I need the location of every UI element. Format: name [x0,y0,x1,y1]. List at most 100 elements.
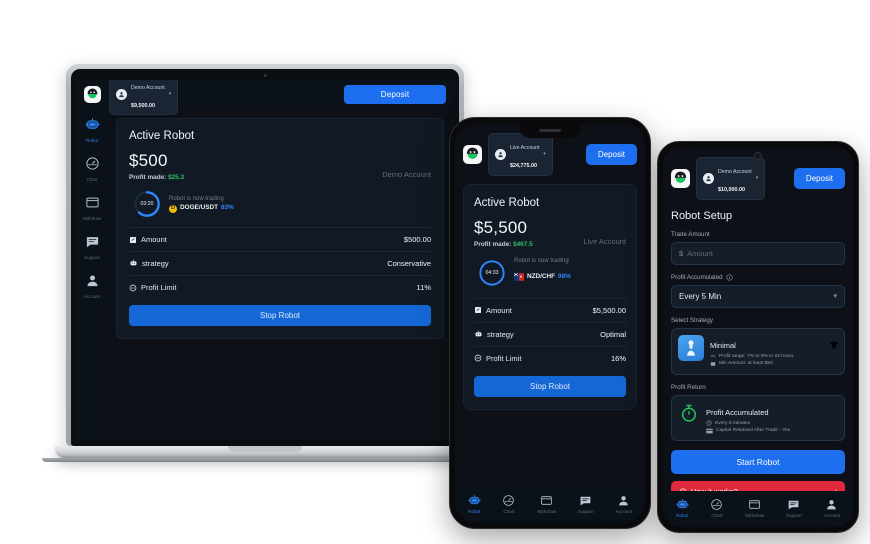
profit-made-value: $467.5 [513,240,533,248]
row-key-label: strategy [487,329,514,339]
robot-logo-icon[interactable] [463,144,482,164]
account-text: Demo Account $10,000.00 [718,160,752,197]
how-it-works-button[interactable]: How it works? › [671,481,845,491]
interval-select[interactable]: Every 5 Min ▾ [671,284,845,308]
arrow-icon [710,356,716,357]
interval-value: Every 5 Min [679,291,722,301]
speedometer-icon [711,499,723,510]
strategy-card[interactable]: Minimal Profit range: 7% to 8% in 24 hou… [671,327,845,375]
info-icon[interactable] [726,274,733,281]
laptop-trackpad-notch [228,446,302,452]
tab-chart[interactable]: Chart [710,498,723,518]
robot-small-icon [130,259,137,266]
account-balance: $24,775.00 [510,163,537,170]
speedometer-icon [503,495,515,506]
profit-accumulated-label: Profit Accumulated [671,274,845,281]
bottom-tabbar: Robot Chart Withdraw Support Account [455,487,645,523]
chat-icon [581,496,591,506]
pair-percent: 98% [558,272,571,280]
laptop-sidebar: Robot Chart Withdraw Support Account [76,108,108,440]
countdown-ring: 03:20 [133,190,161,218]
table-row: Amount $5,500.00 [474,297,626,322]
active-robot-card: Active Robot $5,500 Profit made: $467.5 … [463,183,637,410]
deposit-button[interactable]: Deposit [793,167,845,189]
stop-robot-button[interactable]: Stop Robot [129,305,431,326]
tab-withdraw[interactable]: Withdraw [745,498,764,518]
speedometer-icon [85,156,100,176]
tab-withdraw[interactable]: Withdraw [537,494,556,514]
return-capital-text: Capital Returned After Trade - Yes [716,427,791,433]
center-phone-mockup: Live Account $24,775.00 ▾ Deposit Active… [449,117,651,529]
laptop-screen: Demo Account $9,500.00 ▾ Deposit Robot C… [76,80,454,440]
laptop-camera-icon [263,74,267,77]
trading-pair: NZD/CHF [527,272,556,280]
tab-label: Account [823,513,841,518]
sidebar-item-withdraw[interactable]: Withdraw [76,195,108,221]
phone-screen: Demo Account $10,000.00 ▾ Deposit Robot … [663,147,853,527]
phone-body: Active Robot $5,500 Profit made: $467.5 … [455,183,645,487]
tab-label: Withdraw [745,513,765,518]
countdown-timer: 04:33 [485,269,499,276]
deposit-button[interactable]: Deposit [585,143,637,165]
profit-return-text: Profit Accumulated Every 5 minutes Capit… [706,402,838,435]
account-name: Demo Account [718,169,752,175]
robot-icon [468,495,481,505]
select-strategy-label: Select Strategy [671,316,713,324]
chat-icon [85,234,100,254]
strategy-range: Profit range: 7% to 8% in 24 hours [710,353,824,360]
laptop-foot [42,458,488,462]
row-value: Conservative [387,259,431,268]
mockup-stage: Demo Account $9,500.00 ▾ Deposit Robot C… [0,0,870,544]
return-title: Profit Accumulated [706,407,769,417]
pair-row: NZD/CHF 98% [513,266,571,288]
phone-notch [519,123,581,138]
profit-return-label: Profit Return [671,383,706,391]
row-key-label: Amount [486,305,512,315]
sidebar-item-account[interactable]: Account [76,273,108,299]
tab-robot[interactable]: Robot [468,494,481,514]
robot-amount: $5,500 [474,217,528,237]
row-key-label: Profit Limit [141,283,177,292]
window-icon [541,496,552,505]
currency-symbol: $ [679,248,684,258]
laptop-body: Robot Chart Withdraw Support Account Act… [76,108,454,440]
page-title: Active Robot [129,130,195,142]
page-title: Active Robot [474,196,540,209]
tab-support[interactable]: Support [786,498,802,518]
sidebar-item-robot[interactable]: Robot [76,117,108,143]
robot-logo-icon[interactable] [84,85,101,103]
row-key: strategy [129,259,169,268]
start-robot-button[interactable]: Start Robot [671,450,845,475]
tab-chart[interactable]: Chart [502,494,515,514]
tab-label: Support [577,509,594,514]
account-name: Demo Account [131,84,165,91]
tab-support[interactable]: Support [578,494,594,514]
profit-made: Profit made: $25.3 [129,174,184,181]
tab-robot[interactable]: Robot [676,498,689,518]
account-selector[interactable]: Demo Account $10,000.00 ▾ [696,157,766,200]
person-icon [703,172,714,184]
table-row: strategy Optimal [474,321,626,346]
account-selector[interactable]: Live Account $24,775.00 ▾ [488,133,553,176]
amount-icon [475,307,481,314]
strategy-name: Minimal [710,340,736,350]
limit-icon [474,354,482,362]
clock-icon [706,420,712,426]
chevron-down-icon: ▾ [829,336,838,354]
countdown-ring: 04:33 [478,259,506,287]
sidebar-item-chart[interactable]: Chart [76,156,108,182]
trade-amount-input[interactable]: $ Amount [671,241,845,265]
tab-account[interactable]: Account [823,498,841,518]
robot-logo-icon[interactable] [671,168,690,188]
sidebar-item-support[interactable]: Support [76,234,108,260]
chevron-down-icon: ▾ [543,151,546,158]
tab-label: Robot [468,509,481,514]
deposit-button[interactable]: Deposit [344,84,446,104]
chess-pawn-icon [678,334,704,361]
stop-robot-button[interactable]: Stop Robot [474,375,626,397]
laptop-main: Active Robot $500 Profit made: $25.3 Dem… [108,108,454,440]
tab-account[interactable]: Account [616,494,632,514]
chat-icon [789,500,799,510]
trade-info: Robot is now trading NZD/CHF 98% [513,257,571,289]
tab-label: Chart [503,509,515,514]
